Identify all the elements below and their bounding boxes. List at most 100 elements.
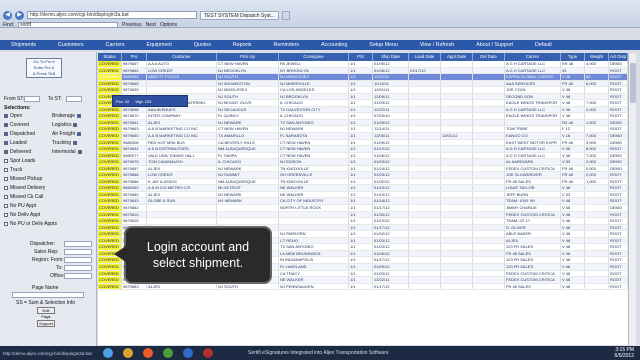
- checkbox[interactable]: [4, 149, 8, 154]
- table-cell: ALJEX: [147, 165, 217, 172]
- goto-pro-box[interactable]: Go To Pro # Enter Pro # & Press TAB: [26, 58, 62, 78]
- table-row[interactable]: COVERED 9879683 ALJEX NJ SOUTH NJ PENNSAUKEN…: [98, 283, 628, 291]
- edit-page-button[interactable]: Edit Page: [37, 307, 55, 319]
- column-header[interactable]: Consignee: [279, 53, 349, 61]
- column-header[interactable]: P/S: [349, 53, 373, 61]
- column-header[interactable]: Weight: [585, 53, 609, 61]
- table-cell: [409, 224, 441, 231]
- table-cell: 4,000: [585, 61, 609, 67]
- checkbox-label: Open: [10, 113, 23, 119]
- back-icon[interactable]: ◀: [3, 10, 12, 20]
- table-cell: [473, 119, 505, 126]
- menu-item-equipment[interactable]: Equipment: [135, 42, 182, 48]
- column-header[interactable]: Status: [98, 53, 122, 61]
- checkbox[interactable]: [4, 203, 8, 208]
- column-header[interactable]: Ship Date: [373, 53, 409, 61]
- find-next-button[interactable]: Next: [146, 22, 156, 28]
- region-from-select[interactable]: [64, 257, 92, 263]
- menu-item-setup-menu[interactable]: Setup Menu: [358, 42, 409, 48]
- from-st-input[interactable]: [24, 96, 40, 102]
- app-icon[interactable]: [203, 348, 213, 358]
- callout-line-2: select shipment.: [152, 256, 244, 270]
- table-cell: FR 48: [561, 172, 585, 178]
- menu-item-customers[interactable]: Customers: [47, 42, 95, 48]
- menu-item-quotes[interactable]: Quotes: [183, 42, 222, 48]
- column-header[interactable]: Pro: [122, 53, 147, 61]
- table-cell: 1/1: [349, 191, 373, 198]
- table-cell: VALE UNIV DINING HALL: [147, 152, 217, 159]
- table-cell: [409, 250, 441, 257]
- table-cell: ROOT: [609, 100, 628, 106]
- checkbox[interactable]: [73, 140, 77, 145]
- find-options-button[interactable]: Options: [160, 22, 177, 28]
- office-select[interactable]: [64, 273, 92, 279]
- checkbox[interactable]: [4, 122, 8, 127]
- checkbox[interactable]: [73, 122, 78, 127]
- menu-item-reports[interactable]: Reports: [222, 42, 263, 48]
- checkbox[interactable]: [4, 113, 8, 118]
- checkbox[interactable]: [77, 131, 82, 136]
- tab-active[interactable]: TEST SYSTEM Dispatch Syst...: [200, 10, 279, 20]
- checkbox[interactable]: [4, 185, 8, 190]
- menu-item-carriers[interactable]: Carriers: [95, 42, 136, 48]
- menu-item-reminders[interactable]: Reminders: [262, 42, 310, 48]
- folder-icon[interactable]: [123, 348, 133, 358]
- forward-icon[interactable]: ▶: [15, 10, 24, 20]
- checkbox[interactable]: [77, 113, 82, 118]
- table-cell: MI DETROIT: [217, 185, 279, 191]
- table-cell: 1/1: [349, 152, 373, 159]
- table-cell: COVERED: [98, 146, 122, 152]
- checkbox[interactable]: [4, 194, 8, 199]
- find-previous-button[interactable]: Previous: [122, 22, 141, 28]
- chrome-icon[interactable]: [163, 348, 173, 358]
- column-header[interactable]: Pick Up: [217, 53, 279, 61]
- checkbox[interactable]: [4, 131, 8, 136]
- ie-icon[interactable]: [103, 348, 113, 358]
- word-icon[interactable]: [183, 348, 193, 358]
- selection-row: Delivered: [4, 149, 31, 155]
- checkbox[interactable]: [4, 167, 8, 172]
- checkbox[interactable]: [4, 158, 8, 163]
- media-icon[interactable]: [143, 348, 153, 358]
- table-cell: [409, 93, 441, 100]
- checkbox[interactable]: [4, 221, 8, 226]
- menu-item-view-refresh[interactable]: View / Refresh: [409, 42, 465, 48]
- sales-rep-select[interactable]: [64, 249, 92, 255]
- support-button[interactable]: Support: [37, 320, 55, 327]
- table-cell: [473, 257, 505, 263]
- table-cell: [441, 178, 473, 185]
- menu-item-accounting[interactable]: Accounting: [310, 42, 358, 48]
- column-header[interactable]: Del Date: [473, 53, 505, 61]
- column-header[interactable]: Type: [561, 53, 585, 61]
- column-header[interactable]: Act Disp: [609, 53, 628, 61]
- table-cell: [473, 152, 505, 159]
- table-cell: [409, 178, 441, 185]
- column-header[interactable]: Customer: [147, 53, 217, 61]
- goto-line-4: & Press TAB: [32, 71, 56, 76]
- table-cell: 1/1: [349, 231, 373, 237]
- menu-item-shipments[interactable]: Shipments: [0, 42, 47, 48]
- dispatcher-select[interactable]: [64, 241, 92, 247]
- tab-other[interactable]: [281, 10, 290, 20]
- table-cell: [409, 244, 441, 250]
- table-cell: V 48: [561, 100, 585, 106]
- menu-item-about-support[interactable]: About / Support: [465, 42, 524, 48]
- address-bar[interactable]: http://demo.aljex.com/cgi-bin/displogin3…: [27, 11, 197, 19]
- grid-scrollbar[interactable]: [628, 53, 636, 345]
- table-cell: 01/09/12: [373, 263, 409, 270]
- menu-item-default[interactable]: Default: [524, 42, 563, 48]
- table-cell: 1/1: [349, 146, 373, 152]
- checkbox[interactable]: [4, 212, 8, 217]
- checkbox[interactable]: [4, 140, 8, 145]
- region-to-select[interactable]: [64, 265, 92, 271]
- to-st-input[interactable]: [66, 96, 82, 102]
- scrollbar-thumb[interactable]: [630, 63, 636, 103]
- column-header[interactable]: Load Date: [409, 53, 441, 61]
- find-input[interactable]: sortif: [18, 21, 119, 28]
- column-header[interactable]: Carrier: [505, 53, 561, 61]
- table-cell: SECOND SON: [505, 93, 561, 100]
- checkbox[interactable]: [77, 149, 82, 154]
- checkbox[interactable]: [4, 176, 8, 181]
- page-name-select[interactable]: [12, 292, 84, 298]
- column-header[interactable]: Appt Date: [441, 53, 473, 61]
